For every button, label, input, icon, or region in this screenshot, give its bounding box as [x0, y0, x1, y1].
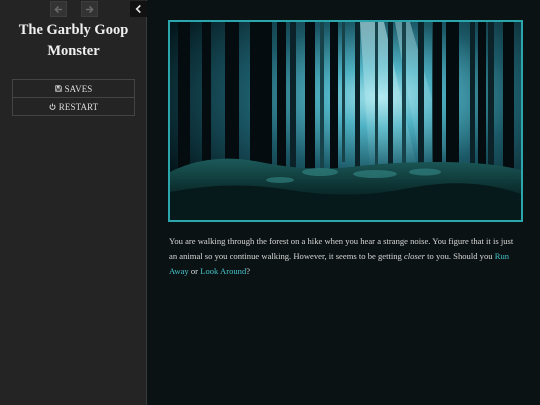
arrow-right-icon [85, 5, 94, 13]
passage-text: You are walking through the forest on a … [169, 234, 521, 278]
restart-button[interactable]: RESTART [13, 97, 134, 115]
sidebar-collapse-button[interactable] [130, 1, 147, 17]
passage-text-part4: ? [246, 265, 251, 276]
sidebar: The Garbly Goop Monster SAVES RESTART [0, 0, 147, 405]
power-icon [49, 103, 56, 110]
passage-area: You are walking through the forest on a … [148, 0, 540, 405]
saves-button[interactable]: SAVES [13, 80, 134, 97]
forest-scene-image [168, 20, 523, 222]
passage-text-part3: or [188, 265, 201, 276]
arrow-left-icon [54, 5, 63, 13]
restart-label: RESTART [58, 101, 99, 112]
passage-emphasis: closer [403, 250, 425, 261]
history-back-button[interactable] [50, 1, 67, 17]
story-title: The Garbly Goop Monster [18, 22, 129, 59]
sidebar-menu: SAVES RESTART [12, 79, 135, 116]
saves-label: SAVES [64, 83, 93, 94]
history-forward-button[interactable] [81, 1, 98, 17]
chevron-left-icon [135, 4, 141, 14]
forest-illustration [170, 22, 521, 220]
choice-link-look-around[interactable]: Look Around [200, 266, 246, 276]
floppy-disk-icon [54, 85, 62, 92]
passage-text-part2: to you. Should you [425, 250, 495, 261]
